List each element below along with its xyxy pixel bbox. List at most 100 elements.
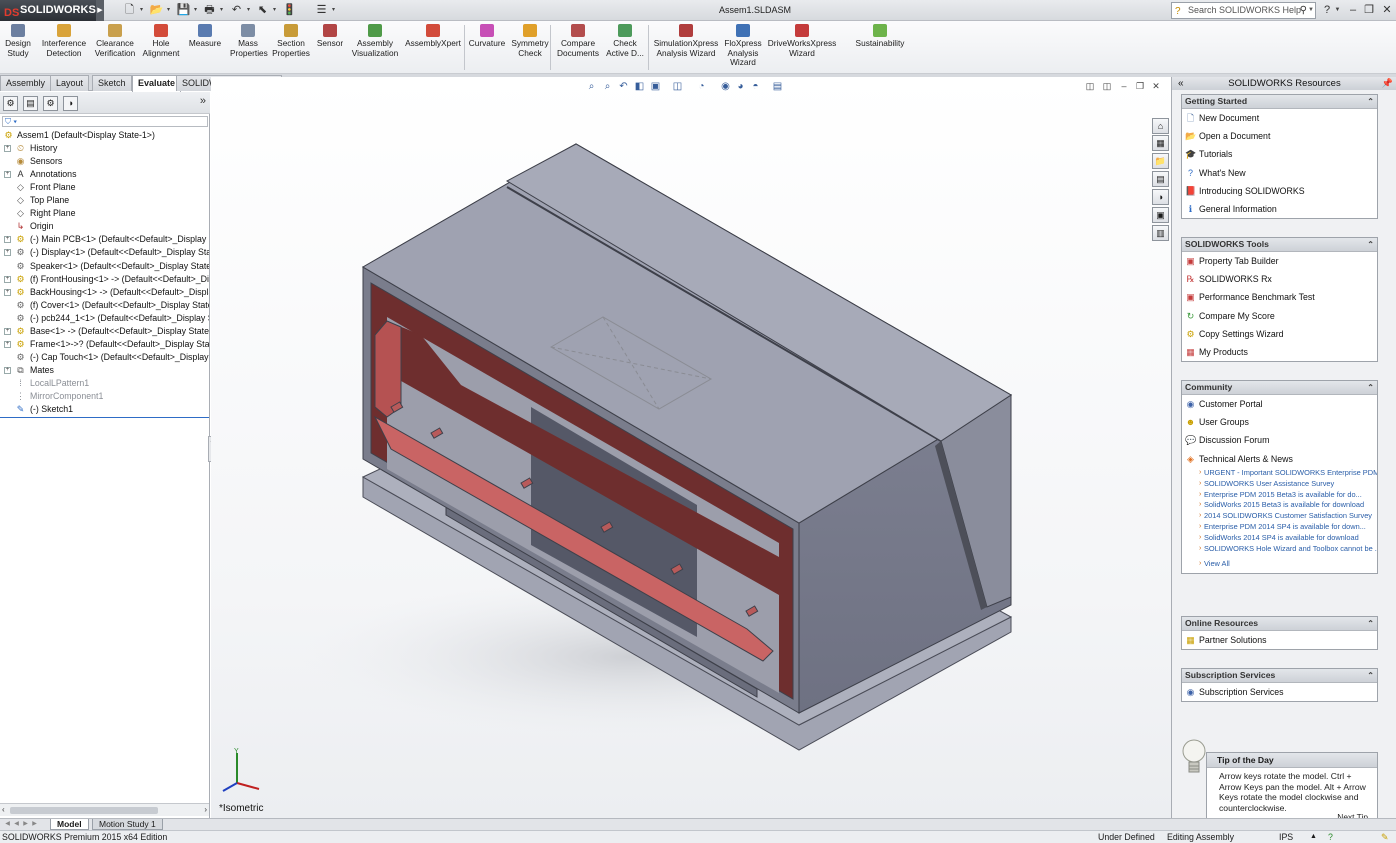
display-manager-icon[interactable]: ◑	[63, 96, 78, 111]
collapse-section-icon[interactable]: ⌃	[1367, 238, 1374, 251]
curvature-button[interactable]: Curvature	[466, 24, 508, 72]
news-item[interactable]: › SolidWorks 2015 Beta3 is available for …	[1182, 500, 1377, 511]
floxpress-analysis-wizard-button[interactable]: FloXpress Analysis Wizard	[720, 24, 766, 72]
resource-link[interactable]: 🗋 New Document	[1182, 109, 1377, 127]
expand-panel-icon[interactable]: »	[200, 95, 206, 107]
news-item[interactable]: › SolidWorks 2014 SP4 is available for do…	[1182, 533, 1377, 544]
unit-system[interactable]: IPS	[1279, 831, 1293, 843]
view-palette-icon[interactable]: ▤	[1152, 171, 1169, 187]
sustainability-button[interactable]: Sustainability	[851, 24, 909, 72]
minimize-button[interactable]: –	[1346, 2, 1360, 18]
file-explorer-icon[interactable]: 📁	[1152, 153, 1169, 169]
tab-layout[interactable]: Layout	[50, 75, 90, 91]
section-header[interactable]: Community ⌃	[1182, 381, 1377, 395]
tree-node[interactable]: ◇ Top Plane	[0, 194, 209, 207]
last-tab-icon[interactable]: ▶	[30, 820, 39, 829]
model-tab-model[interactable]: Model	[50, 819, 89, 830]
first-tab-icon[interactable]: ◀	[3, 820, 12, 829]
driveworksxpress-wizard-button[interactable]: DriveWorksXpress Wizard	[766, 24, 838, 72]
resource-link[interactable]: ▦ Partner Solutions	[1182, 631, 1377, 649]
save-icon[interactable]: 💾	[176, 3, 191, 18]
news-item[interactable]: › Enterprise PDM 2014 SP4 is available fo…	[1182, 522, 1377, 533]
resource-link[interactable]: ☻ User Groups	[1182, 413, 1377, 431]
help-search-input[interactable]: ? Search SOLIDWORKS Help ⚲ ▼	[1171, 2, 1316, 19]
expand-icon[interactable]: +	[4, 171, 11, 179]
sensor-button[interactable]: Sensor	[314, 24, 346, 72]
interference-detection-button[interactable]: Interference Detection	[40, 24, 88, 72]
tree-node[interactable]: ✎ (-) Sketch1	[0, 403, 209, 416]
tree-node[interactable]: + ⚙ Base<1> -> (Default<<Default>_Display …	[0, 325, 209, 338]
tree-node[interactable]: ⁞ LocalLPattern1	[0, 377, 209, 390]
assemblyxpert-button[interactable]: AssemblyXpert	[405, 24, 461, 72]
feature-manager-icon[interactable]: ⚙	[3, 96, 18, 111]
tree-node[interactable]: ⚙ (f) Cover<1> (Default<<Default>_Display…	[0, 299, 209, 312]
tree-node[interactable]: ⚙ (-) pcb244_1<1> (Default<<Default>_Disp…	[0, 312, 209, 325]
units-chevron-icon[interactable]: ▲	[1310, 831, 1317, 843]
resource-link[interactable]: ◉ Customer Portal	[1182, 395, 1377, 413]
next-tab-icon[interactable]: ▶	[21, 820, 30, 829]
rollback-bar[interactable]	[0, 417, 209, 418]
section-header[interactable]: SOLIDWORKS Tools ⌃	[1182, 238, 1377, 252]
help-button[interactable]: ?	[1320, 2, 1334, 18]
mass-properties-button[interactable]: Mass Properties	[230, 24, 268, 72]
expand-icon[interactable]: +	[4, 327, 11, 335]
rebuild-icon[interactable]: 🚦	[282, 3, 297, 18]
open-folder-icon[interactable]: 📂	[149, 3, 164, 18]
resource-link[interactable]: ◈ Technical Alerts & News	[1182, 450, 1377, 468]
hole-alignment-button[interactable]: Hole Alignment	[142, 24, 180, 72]
tree-node[interactable]: + A Annotations	[0, 168, 209, 181]
property-manager-icon[interactable]: ▤	[23, 96, 38, 111]
appearances-icon[interactable]: ◑	[1152, 189, 1169, 205]
tree-node[interactable]: ⚙ Speaker<1> (Default<<Default>_Display S…	[0, 260, 209, 273]
new-document-icon[interactable]: 🗋	[122, 3, 137, 18]
expand-icon[interactable]: +	[4, 288, 11, 296]
news-item[interactable]: › SOLIDWORKS Hole Wizard and Toolbox cann…	[1182, 544, 1377, 555]
solidworks-logo[interactable]: DS SOLIDWORKS	[0, 0, 96, 21]
section-header[interactable]: Subscription Services ⌃	[1182, 669, 1377, 683]
collapse-section-icon[interactable]: ⌃	[1367, 617, 1374, 630]
custom-properties-icon[interactable]: ▣	[1152, 207, 1169, 223]
menu-flyout-arrow[interactable]: ▶	[96, 0, 104, 21]
resource-link[interactable]: ↻ Compare My Score	[1182, 307, 1377, 325]
tree-node[interactable]: + ⚙ (-) Main PCB<1> (Default<<Default>_Dis…	[0, 233, 209, 246]
tree-filter-input[interactable]: ⛉ ▾	[2, 116, 208, 127]
news-item[interactable]: › Enterprise PDM 2015 Beta3 is available …	[1182, 490, 1377, 501]
restore-button[interactable]: ❐	[1362, 2, 1376, 18]
tree-node[interactable]: ◇ Right Plane	[0, 207, 209, 220]
resource-link[interactable]: ℹ General Information	[1182, 200, 1377, 218]
graphics-area[interactable]: ⌕ ⌕ ↶ ◧ ▣ ◫ ◔ ◉ ◕ ◓ ▤ ◫ ◫ – ❐ ✕ Y *Isome…	[211, 77, 1171, 818]
resource-link[interactable]: 📕 Introducing SOLIDWORKS	[1182, 182, 1377, 200]
chevron-down-icon[interactable]: ▾	[245, 3, 252, 18]
tree-node[interactable]: ◇ Front Plane	[0, 181, 209, 194]
expand-icon[interactable]: +	[4, 236, 11, 244]
tree-node[interactable]: + ⏲ History	[0, 142, 209, 155]
tab-evaluate[interactable]: Evaluate	[132, 75, 182, 92]
close-button[interactable]: ✕	[1380, 2, 1394, 18]
tab-assembly[interactable]: Assembly	[0, 75, 52, 91]
forum-icon[interactable]: ▥	[1152, 225, 1169, 241]
tree-node[interactable]: + ⚙ (-) Display<1> (Default<<Default>_Disp…	[0, 246, 209, 259]
horizontal-scrollbar[interactable]: ‹ ›	[0, 803, 209, 816]
prev-tab-icon[interactable]: ◀	[12, 820, 21, 829]
resource-link[interactable]: ℞ SOLIDWORKS Rx	[1182, 270, 1377, 288]
collapse-section-icon[interactable]: ⌃	[1367, 95, 1374, 108]
model-view[interactable]	[211, 77, 1171, 818]
section-properties-button[interactable]: Section Properties	[271, 24, 311, 72]
help-dropdown-icon[interactable]: ▼	[1334, 3, 1341, 18]
chevron-down-icon[interactable]: ▾	[192, 3, 199, 18]
resource-link[interactable]: 💬 Discussion Forum	[1182, 431, 1377, 449]
rebuild-status-icon[interactable]: ✎	[1381, 831, 1388, 843]
tree-node[interactable]: ◉ Sensors	[0, 155, 209, 168]
select-arrow-icon[interactable]: ⬉	[255, 3, 270, 18]
symmetry-check-button[interactable]: Symmetry Check	[510, 24, 550, 72]
resource-link[interactable]: ◉ Subscription Services	[1182, 683, 1377, 701]
tree-node[interactable]: ⚙ Assem1 (Default<Display State-1>)	[0, 129, 209, 142]
collapse-section-icon[interactable]: ⌃	[1367, 669, 1374, 682]
tree-node[interactable]: ⚙ (-) Cap Touch<1> (Default<<Default>_Dis…	[0, 351, 209, 364]
view-all-link[interactable]: › View All	[1182, 559, 1377, 570]
resource-link[interactable]: ▦ My Products	[1182, 343, 1377, 361]
model-tab-motion-study-1[interactable]: Motion Study 1	[92, 819, 163, 830]
pin-icon[interactable]: 📌	[1382, 77, 1393, 90]
tree-node[interactable]: + ⚙ Frame<1>->? (Default<<Default>_Display…	[0, 338, 209, 351]
expand-icon[interactable]: +	[4, 275, 11, 283]
